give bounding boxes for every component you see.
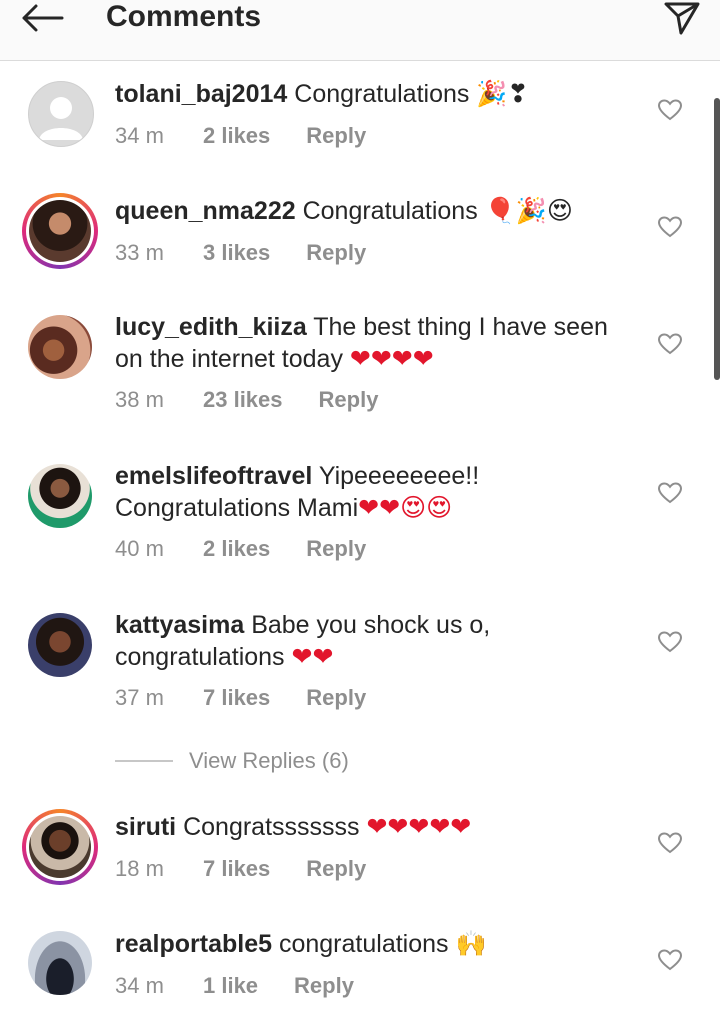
comment-meta: 40 m 2 likes Reply xyxy=(115,536,366,562)
comment-time: 18 m xyxy=(115,856,164,881)
comment-likes[interactable]: 7 likes xyxy=(203,685,270,711)
avatar[interactable] xyxy=(28,613,92,677)
reply-button[interactable]: Reply xyxy=(319,387,379,413)
comment-emoji: 🎈🎉😍 xyxy=(484,196,573,225)
comment-text: realportable5 congratulations 🙌 xyxy=(115,928,635,960)
comment-time: 40 m xyxy=(115,536,164,561)
like-button[interactable] xyxy=(656,628,684,656)
comment-likes[interactable]: 1 like xyxy=(203,973,258,999)
comment-body: Congratulations xyxy=(294,80,470,108)
heart-outline-icon xyxy=(658,482,682,504)
avatar[interactable] xyxy=(28,315,92,379)
avatar[interactable] xyxy=(22,193,98,269)
comment-likes[interactable]: 23 likes xyxy=(203,387,283,413)
comment-likes[interactable]: 2 likes xyxy=(203,536,270,562)
comment-emoji: ❤❤ xyxy=(291,642,334,671)
avatar-inner xyxy=(26,813,94,881)
default-avatar-icon xyxy=(39,97,83,140)
heart-outline-icon xyxy=(658,216,682,238)
comment-meta: 18 m 7 likes Reply xyxy=(115,856,366,882)
avatar[interactable] xyxy=(28,464,92,528)
comment-text: kattyasima Babe you shock us o, congratu… xyxy=(115,610,635,673)
view-replies-divider xyxy=(115,760,173,762)
reply-button[interactable]: Reply xyxy=(306,123,366,149)
avatar-photo xyxy=(29,200,91,262)
comment-time: 34 m xyxy=(115,973,164,998)
comment-time: 33 m xyxy=(115,240,164,265)
avatar[interactable] xyxy=(28,81,94,147)
like-button[interactable] xyxy=(656,96,684,124)
comment-likes[interactable]: 7 likes xyxy=(203,856,270,882)
like-button[interactable] xyxy=(656,213,684,241)
comment-text: siruti Congratsssssss ❤❤❤❤❤ xyxy=(115,811,635,843)
avatar[interactable] xyxy=(28,931,92,995)
comment-text: queen_nma222 Congratulations 🎈🎉😍 xyxy=(115,195,635,227)
comment-likes[interactable]: 3 likes xyxy=(203,240,270,266)
comment-meta: 34 m 1 like Reply xyxy=(115,973,354,999)
page-title: Comments xyxy=(106,0,262,33)
heart-outline-icon xyxy=(658,99,682,121)
comment-username[interactable]: siruti xyxy=(115,813,176,841)
comment-text: lucy_edith_kiiza The best thing I have s… xyxy=(115,312,635,375)
comment-username[interactable]: lucy_edith_kiiza xyxy=(115,313,307,341)
like-button[interactable] xyxy=(656,946,684,974)
comment-time: 37 m xyxy=(115,685,164,710)
heart-outline-icon xyxy=(658,631,682,653)
like-button[interactable] xyxy=(656,330,684,358)
avatar-photo xyxy=(29,816,91,878)
reply-button[interactable]: Reply xyxy=(306,240,366,266)
reply-button[interactable]: Reply xyxy=(306,685,366,711)
arrow-left-icon xyxy=(22,4,64,32)
reply-button[interactable]: Reply xyxy=(306,856,366,882)
comment-emoji: 🙌 xyxy=(455,929,487,958)
direct-message-button[interactable] xyxy=(660,0,704,36)
heart-outline-icon xyxy=(658,333,682,355)
paper-plane-icon xyxy=(664,2,700,35)
comment-time: 34 m xyxy=(115,123,164,148)
comment-likes[interactable]: 2 likes xyxy=(203,123,270,149)
comment-body: Congratsssssss xyxy=(183,813,360,841)
comment-username[interactable]: realportable5 xyxy=(115,930,272,958)
view-replies-label: View Replies (6) xyxy=(189,748,349,773)
heart-outline-icon xyxy=(658,832,682,854)
reply-button[interactable]: Reply xyxy=(306,536,366,562)
comment-time: 38 m xyxy=(115,387,164,412)
comment-meta: 33 m 3 likes Reply xyxy=(115,240,366,266)
comment-body: congratulations xyxy=(278,930,449,958)
comment-emoji: ❤❤❤❤❤ xyxy=(366,812,472,841)
comment-username[interactable]: queen_nma222 xyxy=(115,197,296,225)
view-replies-button[interactable]: View Replies (6) xyxy=(115,748,349,774)
comment-text: tolani_baj2014 Congratulations 🎉❣ xyxy=(115,78,635,110)
comment-username[interactable]: kattyasima xyxy=(115,611,244,639)
avatar[interactable] xyxy=(22,809,98,885)
comment-text: emelslifeoftravel Yipeeeeeeee!! Congratu… xyxy=(115,461,635,524)
back-button[interactable] xyxy=(18,0,66,36)
heart-outline-icon xyxy=(658,949,682,971)
top-bar: Comments xyxy=(0,0,720,61)
like-button[interactable] xyxy=(656,479,684,507)
avatar-inner xyxy=(26,197,94,265)
scrollbar[interactable] xyxy=(714,98,720,380)
comment-emoji: ❤❤❤❤ xyxy=(349,344,434,373)
comment-body: Congratulations xyxy=(302,197,478,225)
comment-emoji: ❤❤😍😍 xyxy=(358,493,453,522)
like-button[interactable] xyxy=(656,829,684,857)
comment-meta: 38 m 23 likes Reply xyxy=(115,387,378,413)
reply-button[interactable]: Reply xyxy=(294,973,354,999)
comment-emoji: 🎉❣ xyxy=(476,79,529,108)
comment-meta: 37 m 7 likes Reply xyxy=(115,685,366,711)
comment-meta: 34 m 2 likes Reply xyxy=(115,123,366,149)
comment-username[interactable]: tolani_baj2014 xyxy=(115,80,287,108)
comment-username[interactable]: emelslifeoftravel xyxy=(115,462,312,490)
